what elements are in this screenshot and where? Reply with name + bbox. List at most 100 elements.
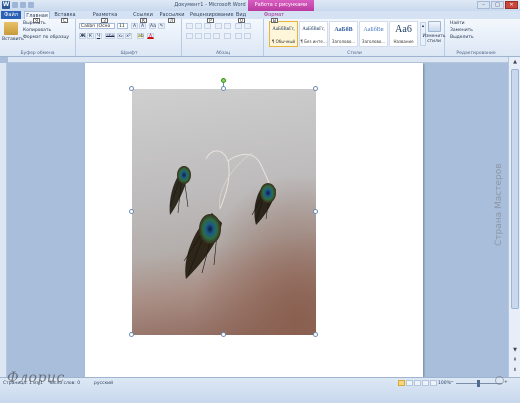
resize-handle-bottom[interactable]	[221, 332, 226, 337]
word-app-icon[interactable]: W	[2, 1, 10, 9]
font-size-combo[interactable]: 11	[117, 23, 128, 29]
vertical-scrollbar[interactable]: ▲ ▼ ⇞ ⇟	[508, 57, 520, 377]
align-right-icon[interactable]	[204, 33, 211, 39]
copy-button[interactable]: Копировать	[23, 28, 51, 33]
clear-format-button[interactable]: ✎	[158, 23, 165, 29]
minimize-button[interactable]: –	[477, 1, 490, 9]
status-bar: Страница: 1 из 1 Число слов: 0 русский 1…	[0, 377, 520, 403]
sort-icon[interactable]	[235, 23, 242, 29]
font-group-label: Шрифт	[120, 51, 138, 56]
shrink-font-button[interactable]: A	[139, 23, 146, 29]
styles-group-label: Стили	[347, 51, 362, 56]
multilevel-list-icon[interactable]	[204, 23, 211, 29]
editing-group: Найти Заменить Выделить Редактирование	[446, 19, 506, 56]
scroll-down-icon[interactable]: ▼	[511, 347, 519, 354]
style-sample: АаБбВвГг,	[272, 27, 295, 32]
editing-group-label: Редактирование	[456, 51, 496, 56]
style-name: ¶ Без инте...	[300, 39, 327, 44]
keytip-review: Р	[207, 18, 214, 23]
shading-icon[interactable]	[235, 33, 242, 39]
change-case-button[interactable]: Aa	[149, 23, 156, 29]
align-left-icon[interactable]	[186, 33, 193, 39]
undo-icon[interactable]	[20, 2, 26, 8]
scroll-thumb[interactable]	[511, 69, 519, 309]
resize-handle-bottom-right[interactable]	[313, 332, 318, 337]
style-heading-1[interactable]: АаБбВ Заголово...	[329, 21, 358, 47]
ribbon-home: Вставить Вырезать Копировать Формат по о…	[0, 19, 520, 57]
borders-icon[interactable]	[244, 33, 251, 39]
zoom-slider-knob[interactable]	[477, 380, 480, 387]
bold-button[interactable]: Ж	[79, 33, 86, 39]
style-normal[interactable]: АаБбВвГг, ¶ Обычный	[269, 21, 298, 47]
font-group: Calibri (Осно 11 A A Aa ✎ Ж К Ч abe x₂ x…	[77, 19, 182, 56]
rotate-handle[interactable]	[221, 78, 226, 83]
web-layout-icon[interactable]	[414, 380, 421, 386]
style-heading-2[interactable]: АаБбВв Заголово...	[359, 21, 388, 47]
format-painter-button[interactable]: Формат по образцу	[23, 35, 69, 40]
align-center-icon[interactable]	[195, 33, 202, 39]
resize-handle-right[interactable]	[313, 209, 318, 214]
subscript-button[interactable]: x₂	[117, 33, 124, 39]
justify-icon[interactable]	[213, 33, 220, 39]
outline-icon[interactable]	[422, 380, 429, 386]
show-marks-icon[interactable]	[244, 23, 251, 29]
font-name-combo[interactable]: Calibri (Осно	[79, 23, 115, 29]
paste-icon[interactable]	[4, 22, 18, 35]
title-bar: W Документ1 - Microsoft Word Работа с ри…	[0, 0, 520, 11]
find-button[interactable]: Найти	[450, 21, 465, 26]
next-page-icon[interactable]: ⇟	[511, 367, 519, 374]
picture-tools-context-title: Работа с рисунками	[248, 0, 314, 11]
zoom-level[interactable]: 100%	[438, 381, 451, 386]
change-styles-button[interactable]: Изменить стили	[422, 34, 446, 44]
keytip-mailings: Л	[168, 18, 175, 23]
style-sample: Aa6	[395, 24, 412, 35]
bullets-icon[interactable]	[186, 23, 193, 29]
previous-page-icon[interactable]: ⇞	[511, 357, 519, 364]
select-button[interactable]: Выделить	[450, 35, 474, 40]
zoom-out-button[interactable]: −	[450, 380, 454, 385]
redo-icon[interactable]	[28, 2, 34, 8]
numbering-icon[interactable]	[195, 23, 202, 29]
quick-access-toolbar	[12, 2, 34, 9]
scroll-up-icon[interactable]: ▲	[511, 59, 519, 66]
paste-button-label[interactable]: Вставить	[2, 37, 24, 42]
strikethrough-button[interactable]: abe	[105, 33, 115, 39]
keytip-format: Ы	[271, 18, 278, 23]
print-layout-icon[interactable]	[398, 380, 405, 386]
tab-file[interactable]: Файл	[1, 11, 21, 19]
line-spacing-icon[interactable]	[224, 33, 231, 39]
resize-handle-left[interactable]	[129, 209, 134, 214]
resize-handle-top-right[interactable]	[313, 86, 318, 91]
superscript-button[interactable]: x²	[125, 33, 132, 39]
change-styles-icon[interactable]	[428, 21, 441, 32]
close-button[interactable]: ✕	[505, 1, 518, 9]
resize-handle-bottom-left[interactable]	[129, 332, 134, 337]
increase-indent-icon[interactable]	[224, 23, 231, 29]
resize-handle-top-left[interactable]	[129, 86, 134, 91]
peacock-feather-earrings-photo	[169, 150, 276, 279]
maximize-button[interactable]: □	[491, 1, 504, 9]
style-title[interactable]: Aa6 Название	[389, 21, 418, 47]
grow-font-button[interactable]: A	[131, 23, 138, 29]
language-indicator[interactable]: русский	[94, 381, 113, 386]
draft-icon[interactable]	[430, 380, 437, 386]
zoom-in-button[interactable]: +	[504, 380, 508, 385]
site-watermark-logo	[495, 376, 504, 385]
save-icon[interactable]	[12, 2, 18, 8]
inserted-picture[interactable]	[132, 89, 316, 335]
replace-button[interactable]: Заменить	[450, 28, 473, 33]
site-watermark: Страна Мастеров	[494, 163, 504, 246]
full-screen-reading-icon[interactable]	[406, 380, 413, 386]
vertical-ruler[interactable]	[0, 63, 7, 377]
resize-handle-top[interactable]	[221, 86, 226, 91]
font-color-button[interactable]: A	[147, 33, 154, 39]
style-name: Название	[393, 39, 414, 44]
decrease-indent-icon[interactable]	[215, 23, 222, 29]
keytip-view: О	[238, 18, 245, 23]
style-no-spacing[interactable]: АаБбВвГг, ¶ Без инте...	[299, 21, 328, 47]
keytip-references: К	[140, 18, 147, 23]
highlight-button[interactable]: ab	[137, 33, 144, 39]
clipboard-group: Вставить Вырезать Копировать Формат по о…	[0, 19, 76, 56]
underline-button[interactable]: Ч	[95, 33, 102, 39]
italic-button[interactable]: К	[87, 33, 94, 39]
